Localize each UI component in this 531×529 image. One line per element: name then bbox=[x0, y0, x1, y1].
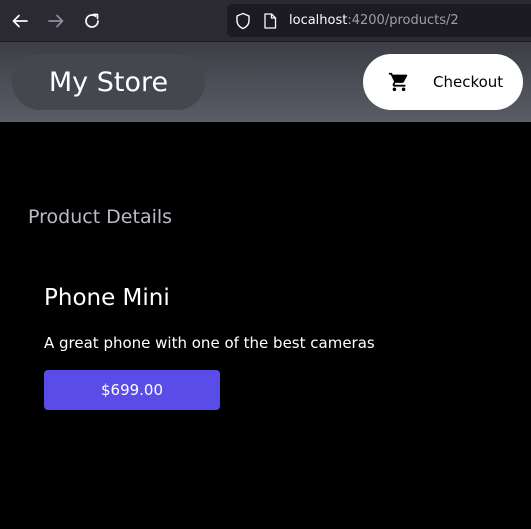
product-name: Phone Mini bbox=[44, 285, 170, 311]
page-icon bbox=[264, 13, 277, 29]
reload-icon bbox=[85, 13, 99, 28]
checkout-label: Checkout bbox=[433, 73, 504, 91]
store-title-button[interactable]: My Store bbox=[12, 54, 205, 110]
forward-button[interactable] bbox=[46, 11, 66, 31]
reload-button[interactable] bbox=[82, 11, 102, 31]
product-description: A great phone with one of the best camer… bbox=[44, 334, 375, 352]
url-text: localhost:4200/products/2 bbox=[289, 12, 459, 29]
url-path: :4200/products/2 bbox=[347, 13, 459, 28]
checkout-button[interactable]: Checkout bbox=[363, 54, 523, 110]
shopping-cart-icon bbox=[388, 72, 408, 92]
shield-icon bbox=[236, 12, 250, 30]
back-button[interactable] bbox=[10, 11, 30, 31]
url-bar[interactable]: localhost:4200/products/2 bbox=[227, 4, 531, 37]
arrow-right-icon bbox=[48, 14, 64, 28]
app-toolbar: My Store Checkout bbox=[0, 42, 531, 122]
url-host: localhost bbox=[289, 13, 348, 28]
arrow-left-icon bbox=[12, 14, 28, 28]
browser-toolbar: localhost:4200/products/2 bbox=[0, 0, 531, 42]
price-button[interactable]: $699.00 bbox=[44, 370, 220, 410]
page-title: Product Details bbox=[28, 206, 173, 228]
